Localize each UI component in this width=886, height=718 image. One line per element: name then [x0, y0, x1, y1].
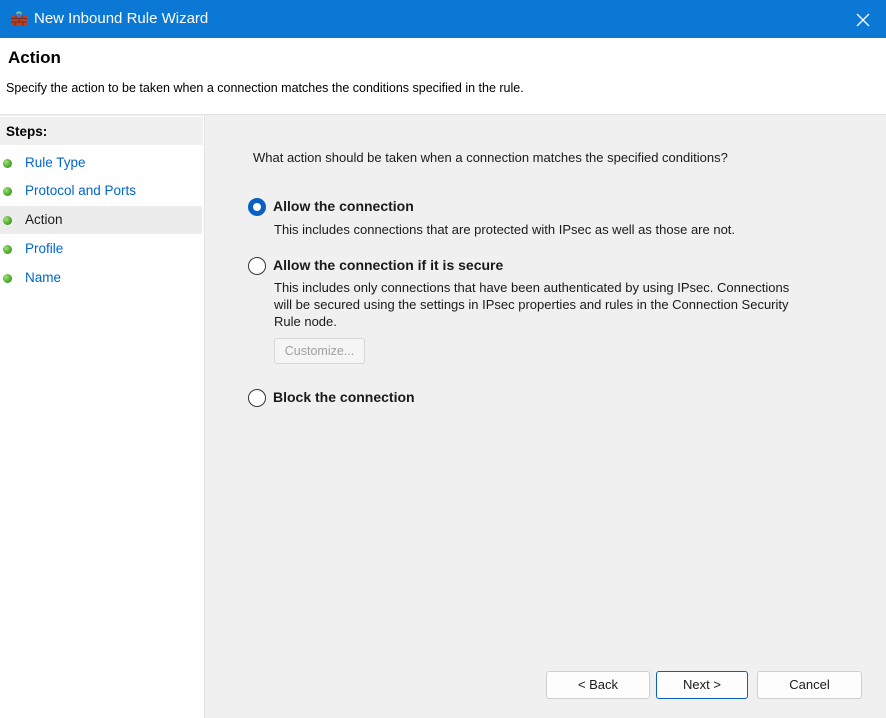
back-button[interactable]: < Back [546, 671, 650, 699]
step-status-dot-icon [3, 159, 12, 168]
step-status-dot-icon [3, 187, 12, 196]
allow-connection-radio[interactable] [248, 198, 266, 216]
step-status-dot-icon [3, 274, 12, 283]
step-label: Profile [25, 241, 64, 256]
steps-title: Steps: [6, 124, 48, 139]
cancel-button[interactable]: Cancel [757, 671, 862, 699]
next-button[interactable]: Next > [656, 671, 748, 699]
block-connection-radio[interactable] [248, 389, 266, 407]
description-line: This includes only connections that have… [274, 280, 790, 295]
step-profile[interactable]: Profile [0, 235, 202, 263]
description-line: will be secured using the settings in IP… [274, 297, 789, 312]
steps-panel: Steps: Rule Type Protocol and Ports Acti… [0, 116, 205, 718]
step-protocol-and-ports[interactable]: Protocol and Ports [0, 177, 202, 205]
allow-connection-label[interactable]: Allow the connection [273, 198, 414, 214]
allow-if-secure-radio[interactable] [248, 257, 266, 275]
step-status-dot-icon [3, 245, 12, 254]
step-label: Rule Type [25, 155, 86, 170]
page-description: Specify the action to be taken when a co… [6, 81, 524, 95]
description-line: Rule node. [274, 314, 337, 329]
close-icon [856, 13, 870, 27]
steps-header: Steps: [0, 117, 203, 145]
block-connection-label[interactable]: Block the connection [273, 389, 415, 405]
page-title: Action [8, 48, 61, 67]
step-label: Action [25, 212, 63, 227]
wizard-header: Action Specify the action to be taken wh… [0, 38, 886, 115]
step-label: Protocol and Ports [25, 183, 137, 198]
allow-if-secure-description: This includes only connections that have… [274, 279, 834, 330]
allow-if-secure-label[interactable]: Allow the connection if it is secure [273, 257, 503, 273]
step-name[interactable]: Name [0, 264, 202, 292]
close-button[interactable] [840, 0, 886, 38]
step-action[interactable]: Action [0, 206, 202, 234]
window-title: New Inbound Rule Wizard [34, 10, 209, 27]
allow-connection-description: This includes connections that are prote… [274, 222, 736, 237]
main-content: What action should be taken when a conne… [206, 116, 886, 718]
firewall-brick-icon [11, 10, 27, 26]
title-bar: New Inbound Rule Wizard [0, 0, 886, 38]
customize-button: Customize... [274, 338, 365, 364]
action-question: What action should be taken when a conne… [253, 150, 728, 165]
step-label: Name [25, 270, 62, 285]
step-status-dot-icon [3, 216, 12, 225]
step-rule-type[interactable]: Rule Type [0, 149, 202, 177]
